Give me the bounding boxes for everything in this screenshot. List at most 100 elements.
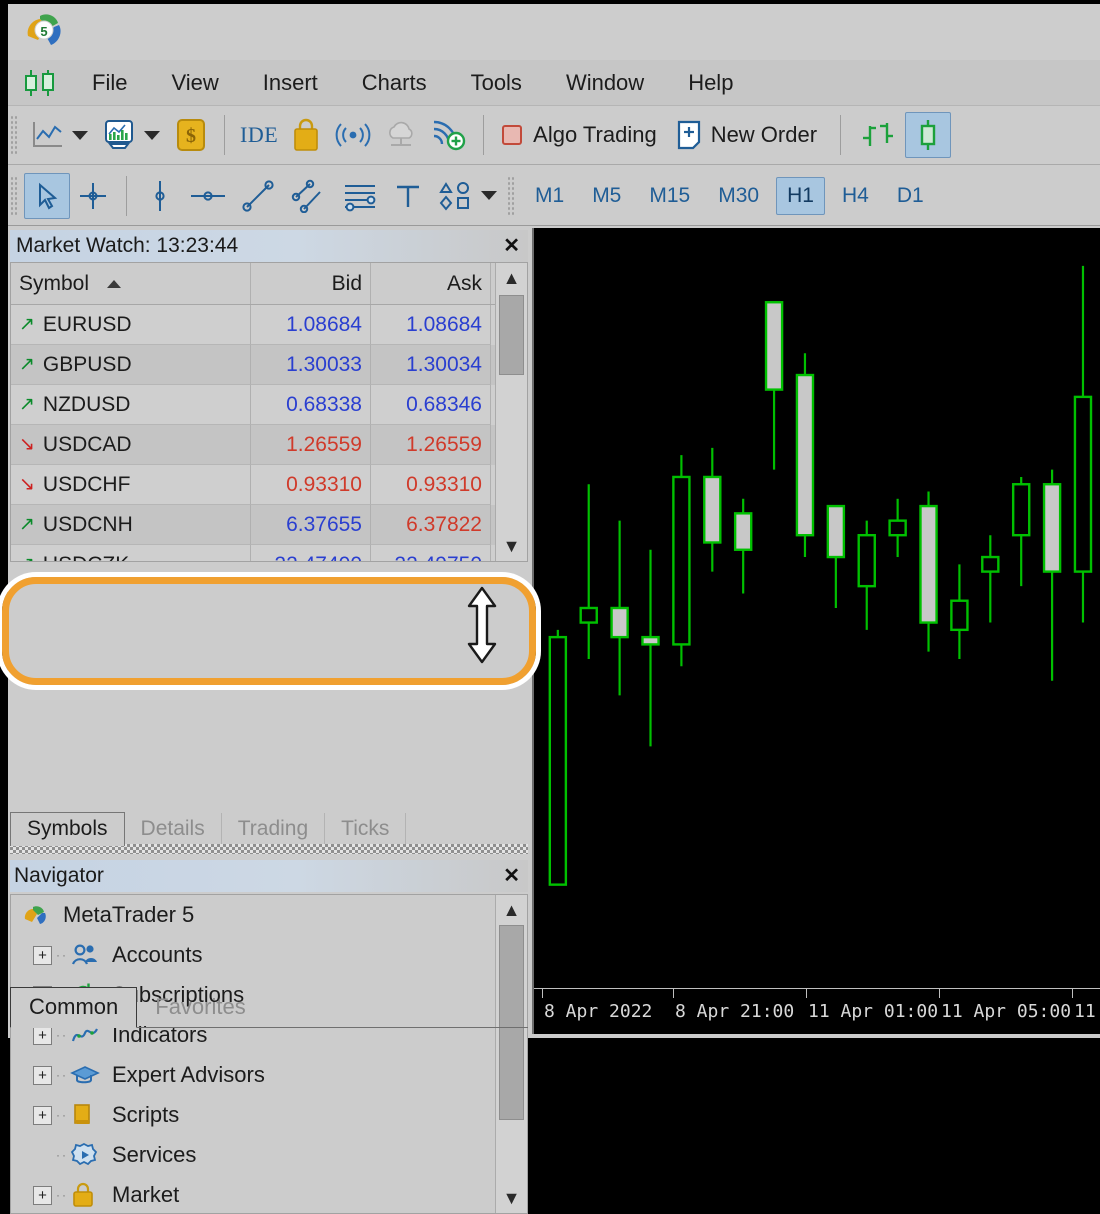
ide-button[interactable]: IDE [235,112,283,158]
table-row[interactable]: ↗ GBPUSD 1.30033 1.30034 [11,345,527,385]
tab-trading[interactable]: Trading [222,813,326,846]
menu-item-file[interactable]: File [70,68,149,98]
tree-item-accounts[interactable]: + ·· Accounts [11,935,527,975]
candle-body [703,475,722,544]
shapes-tool-button[interactable] [431,173,479,219]
crosshair-icon [80,182,106,209]
column-header-bid[interactable]: Bid [251,263,371,304]
tools-toolbar-grip[interactable] [10,175,19,216]
tab-ticks[interactable]: Ticks [325,813,407,846]
timeframe-h4[interactable]: H4 [831,177,880,215]
table-row[interactable]: ↗ NZDUSD 0.68338 0.68346 [11,385,527,425]
navigator-titlebar: Navigator ✕ [10,860,528,892]
accounts-icon [70,941,104,969]
column-header-ask[interactable]: Ask [371,263,491,304]
horizontal-line-icon [191,190,225,201]
tree-item-services[interactable]: + ·· Services [11,1135,527,1175]
trend-down-icon: ↘ [19,434,35,455]
market-button[interactable] [283,112,329,158]
timeframe-toolbar-grip[interactable] [507,175,516,216]
candlestick-chart-button[interactable] [905,112,952,158]
candlestick-icon[interactable] [18,68,62,98]
table-row[interactable]: ↗ USDCNH 6.37655 6.37822 [11,505,527,545]
text-label-tool-button[interactable] [385,173,431,219]
toolbar-separator [224,115,225,155]
tree-item-expert-advisors[interactable]: + ·· Expert Advisors [11,1055,527,1095]
scroll-down-icon[interactable]: ▼ [496,531,527,561]
table-row[interactable]: ↗ USDCZK 22.47400 22.49750 [11,545,527,561]
expand-plus-icon[interactable]: + [33,1185,52,1205]
bar-chart-button[interactable] [851,112,905,158]
table-row[interactable]: ↘ USDCHF 0.93310 0.93310 [11,465,527,505]
scroll-up-icon[interactable]: ▲ [496,263,527,293]
expand-plus-icon[interactable]: + [33,1105,52,1125]
expand-plus-icon[interactable]: + [33,1025,52,1045]
table-row[interactable]: ↘ USDCAD 1.26559 1.26559 [11,425,527,465]
timeframe-m5[interactable]: M5 [581,177,632,215]
timeframe-h1[interactable]: H1 [776,176,825,215]
trendline-tool-button[interactable] [233,173,283,219]
bid-value: 6.37655 [251,505,371,545]
expand-plus-icon[interactable]: + [33,945,52,965]
scroll-up-icon[interactable]: ▲ [496,895,527,925]
scroll-down-icon[interactable]: ▼ [496,1183,527,1213]
equidistant-channel-tool-button[interactable] [283,173,335,219]
menu-item-window[interactable]: Window [544,68,666,98]
axis-tick [806,989,807,998]
menu-item-help[interactable]: Help [666,68,755,98]
table-row[interactable]: ↗ EURUSD 1.08684 1.08684 [11,305,527,345]
algo-trading-icon [502,125,523,145]
market-watch-scrollbar[interactable]: ▲ ▼ [495,263,527,561]
scrollbar-thumb[interactable] [499,295,524,375]
vertical-line-tool-button[interactable] [137,173,183,219]
chart-panel[interactable]: 8 Apr 2022 8 Apr 21:00 11 Apr 01:00 11 A… [532,228,1100,1034]
axis-tick [542,989,543,998]
menu-item-view[interactable]: View [149,68,240,98]
expand-plus-icon[interactable]: + [33,1065,52,1085]
menu-item-charts[interactable]: Charts [340,68,449,98]
toolbar-separator-2 [483,115,485,155]
ask-value: 0.93310 [371,465,491,505]
tree-item-market[interactable]: + ·· Market [11,1175,527,1213]
tab-symbols[interactable]: Symbols [10,812,125,846]
candle-body [981,555,1000,573]
tab-common[interactable]: Common [10,987,138,1028]
market-bag-icon [294,118,318,151]
tab-details[interactable]: Details [125,813,222,846]
navigator-close-icon[interactable]: ✕ [503,863,520,888]
market-watch-close-icon[interactable]: ✕ [503,233,520,258]
signals-button[interactable] [329,112,377,158]
toolbar-grip[interactable] [10,115,19,155]
menu-item-insert[interactable]: Insert [241,68,340,98]
timeframe-d1[interactable]: D1 [886,177,935,215]
tree-item-metatrader5[interactable]: MetaTrader 5 [11,895,527,935]
crosshair-tool-button[interactable] [70,173,116,219]
navigator-scrollbar[interactable]: ▲ ▼ [495,895,527,1213]
menu-item-tools[interactable]: Tools [449,68,544,98]
vps-button[interactable] [377,112,425,158]
title-bar: 5 [8,4,1100,60]
copy-signal-button[interactable] [425,112,473,158]
timeframe-m15[interactable]: M15 [638,177,701,215]
terminal-chevron-down-icon[interactable] [144,130,160,140]
fibonacci-tool-button[interactable] [335,173,385,219]
axis-tick [673,989,674,998]
shapes-chevron-down-icon[interactable] [481,191,497,200]
one-click-trading-button[interactable]: $ [168,112,214,158]
tree-item-scripts[interactable]: + ·· Scripts [11,1095,527,1135]
candlestick-chart[interactable] [534,228,1100,988]
timeframe-m1[interactable]: M1 [524,177,575,215]
chart-type-button[interactable] [24,112,70,158]
timeframe-m30[interactable]: M30 [707,177,770,215]
new-order-button[interactable]: New Order [670,112,830,158]
candlestick-chart-icon [920,120,936,150]
cursor-tool-button[interactable] [24,172,70,219]
horizontal-line-tool-button[interactable] [183,173,233,219]
column-header-symbol[interactable]: Symbol [11,263,251,304]
terminal-button[interactable] [96,112,142,158]
svg-text:$: $ [186,125,196,147]
tab-favorites[interactable]: Favorites [137,988,263,1027]
metatrader-window: 5 File View Insert Charts Tools Window H… [0,0,1100,1214]
chart-type-chevron-down-icon[interactable] [72,130,88,140]
algo-trading-button[interactable]: Algo Trading [494,112,670,158]
